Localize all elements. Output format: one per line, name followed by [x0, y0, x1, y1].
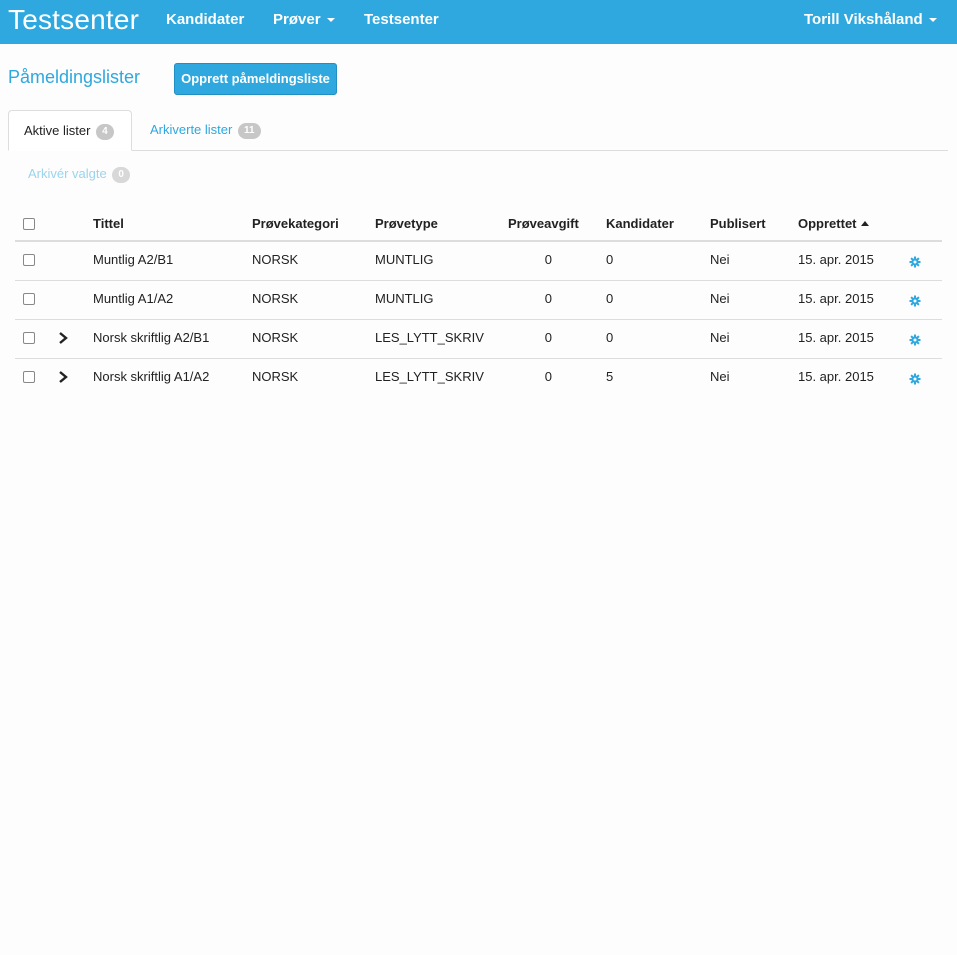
column-header-provekategori[interactable]: Prøvekategori	[252, 216, 339, 231]
cell-proveavgift: 0	[544, 369, 552, 384]
chevron-right-icon[interactable]	[56, 370, 70, 384]
nav-kandidater[interactable]: Kandidater	[166, 11, 244, 29]
gear-icon[interactable]	[909, 256, 921, 268]
cell-kandidater: 0	[606, 330, 614, 345]
column-header-kandidater[interactable]: Kandidater	[606, 216, 674, 231]
tabs-divider	[8, 150, 948, 151]
cell-publisert: Nei	[710, 252, 730, 267]
cell-opprettet: 15. apr. 2015	[798, 330, 874, 345]
tab-archived-lists[interactable]: Arkiverte lister 11	[150, 110, 261, 151]
table-header-divider	[15, 240, 942, 242]
column-header-publisert[interactable]: Publisert	[710, 216, 766, 231]
cell-opprettet: 15. apr. 2015	[798, 369, 874, 384]
gear-icon[interactable]	[909, 373, 921, 385]
cell-kandidater: 5	[606, 369, 614, 384]
user-name: Torill Vikshåland	[804, 11, 923, 28]
count-badge: 0	[112, 167, 130, 183]
cell-provetype: LES_LYTT_SKRIV	[375, 330, 484, 345]
count-badge: 11	[237, 123, 261, 139]
cell-provetype: LES_LYTT_SKRIV	[375, 369, 484, 384]
tab-active-lists[interactable]: Aktive lister 4	[8, 110, 132, 151]
cell-provetype: MUNTLIG	[375, 291, 434, 306]
row-checkbox[interactable]	[23, 371, 35, 383]
cell-opprettet: 15. apr. 2015	[798, 291, 874, 306]
archive-label: Arkivér valgte	[28, 166, 107, 181]
cell-proveavgift: 0	[544, 291, 552, 306]
cell-proveavgift: 0	[544, 252, 552, 267]
cell-provetype: MUNTLIG	[375, 252, 434, 267]
cell-tittel: Norsk skriftlig A1/A2	[93, 369, 210, 384]
column-header-tittel[interactable]: Tittel	[93, 216, 124, 231]
count-badge: 4	[96, 124, 114, 140]
cell-tittel: Norsk skriftlig A2/B1	[93, 330, 210, 345]
nav-testsenter[interactable]: Testsenter	[364, 11, 439, 29]
cell-publisert: Nei	[710, 330, 730, 345]
brand-logo[interactable]: Testsenter	[8, 3, 139, 37]
cell-tittel: Muntlig A2/B1	[93, 252, 174, 267]
cell-tittel: Muntlig A1/A2	[93, 291, 174, 306]
cell-proveavgift: 0	[544, 330, 552, 345]
cell-opprettet: 15. apr. 2015	[798, 252, 874, 267]
cell-publisert: Nei	[710, 369, 730, 384]
column-header-opprettet[interactable]: Opprettet	[798, 216, 869, 231]
archive-selected-link[interactable]: Arkivér valgte 0	[28, 166, 130, 183]
nav-prover-dropdown[interactable]: Prøver	[273, 11, 335, 29]
cell-provekategori: NORSK	[252, 330, 299, 345]
cell-provekategori: NORSK	[252, 369, 299, 384]
cell-kandidater: 0	[606, 291, 614, 306]
gear-icon[interactable]	[909, 334, 921, 346]
top-navbar: Testsenter Kandidater Prøver Testsenter …	[0, 0, 957, 44]
gear-icon[interactable]	[909, 295, 921, 307]
row-checkbox[interactable]	[23, 254, 35, 266]
create-list-button[interactable]: Opprett påmeldingsliste	[174, 63, 337, 95]
row-divider	[15, 358, 942, 359]
select-all-checkbox[interactable]	[23, 218, 35, 230]
nav-prover-label: Prøver	[273, 11, 321, 28]
tab-label: Aktive lister	[24, 123, 91, 138]
chevron-right-icon[interactable]	[56, 331, 70, 345]
row-checkbox[interactable]	[23, 332, 35, 344]
caret-down-icon	[326, 18, 335, 23]
cell-provekategori: NORSK	[252, 291, 299, 306]
cell-publisert: Nei	[710, 291, 730, 306]
cell-kandidater: 0	[606, 252, 614, 267]
page-title: Påmeldingslister	[8, 67, 141, 87]
tab-label: Arkiverte lister	[150, 122, 233, 137]
row-checkbox[interactable]	[23, 293, 35, 305]
column-label: Opprettet	[798, 216, 857, 231]
row-divider	[15, 319, 942, 320]
sort-ascending-icon	[860, 221, 869, 226]
caret-down-icon	[928, 18, 937, 23]
column-header-provetype[interactable]: Prøvetype	[375, 216, 438, 231]
cell-provekategori: NORSK	[252, 252, 299, 267]
column-header-proveavgift[interactable]: Prøveavgift	[508, 216, 579, 231]
user-menu-dropdown[interactable]: Torill Vikshåland	[804, 11, 937, 29]
row-divider	[15, 280, 942, 281]
